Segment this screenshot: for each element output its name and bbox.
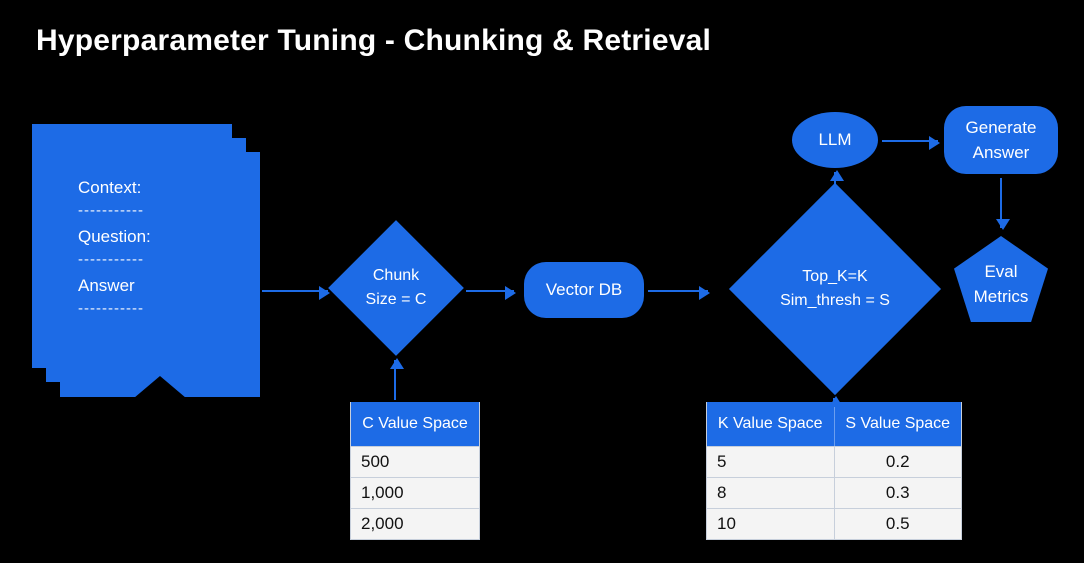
arrow-doc-to-chunk (262, 290, 328, 292)
table-row: 5 0.2 (707, 446, 961, 477)
table-row: 10 0.5 (707, 508, 961, 539)
c-row-1: 1,000 (351, 477, 479, 508)
arrow-chunk-to-vectordb (466, 290, 514, 292)
doc-dashes: ----------- (78, 251, 242, 268)
k-table-header: K Value Space (707, 402, 834, 446)
generate-line1: Generate (966, 115, 1037, 141)
llm-label: LLM (818, 130, 851, 150)
topk-simthresh-node: Top_K=K Sim_thresh = S (729, 183, 941, 395)
ks-value-space-table: K Value Space S Value Space 5 0.2 8 0.3 … (706, 402, 962, 540)
s-row-2: 0.5 (834, 508, 962, 539)
chunk-line1: Chunk (366, 264, 427, 288)
generate-line2: Answer (966, 140, 1037, 166)
k-header-text: K Value Space (718, 414, 823, 434)
s-row-1: 0.3 (834, 477, 962, 508)
s-table-header: S Value Space (834, 402, 962, 446)
doc-dashes: ----------- (78, 300, 242, 317)
k-row-1: 8 (707, 477, 834, 508)
generate-answer-node: Generate Answer (944, 106, 1058, 174)
s-header-text: S Value Space (845, 414, 950, 434)
arrow-kstable-to-topk (833, 398, 835, 402)
s-row-0: 0.2 (834, 446, 962, 477)
topk-line1: Top_K=K (780, 265, 890, 289)
chunk-size-node: Chunk Size = C (328, 220, 464, 356)
k-row-0: 5 (707, 446, 834, 477)
page-title: Hyperparameter Tuning - Chunking & Retri… (36, 24, 711, 58)
table-row: 1,000 (351, 477, 479, 508)
c-table-header: C Value Space (351, 402, 479, 446)
table-row: 2,000 (351, 508, 479, 539)
doc-question-label: Question: (78, 227, 242, 247)
doc-dashes: ----------- (78, 202, 242, 219)
llm-node: LLM (792, 112, 878, 168)
doc-answer-label: Answer (78, 276, 242, 296)
c-table-header-text: C Value Space (362, 414, 468, 434)
arrow-generate-to-eval (1000, 178, 1002, 228)
arrow-llm-to-generate (882, 140, 938, 142)
vector-db-label: Vector DB (546, 277, 623, 303)
c-row-0: 500 (351, 446, 479, 477)
eval-metrics-node: Eval Metrics (954, 236, 1048, 322)
eval-line2: Metrics (974, 284, 1029, 310)
table-row: 8 0.3 (707, 477, 961, 508)
chunk-line2: Size = C (366, 288, 427, 312)
arrow-vectordb-to-topk (648, 290, 708, 292)
doc-context-label: Context: (78, 178, 242, 198)
c-value-space-table: C Value Space 500 1,000 2,000 (350, 402, 480, 540)
arrow-topk-to-llm (834, 172, 836, 186)
table-row: 500 (351, 446, 479, 477)
arrow-ctable-to-chunk (394, 360, 396, 400)
topk-line2: Sim_thresh = S (780, 289, 890, 313)
eval-line1: Eval (974, 259, 1029, 285)
c-row-2: 2,000 (351, 508, 479, 539)
k-row-2: 10 (707, 508, 834, 539)
vector-db-node: Vector DB (524, 262, 644, 318)
